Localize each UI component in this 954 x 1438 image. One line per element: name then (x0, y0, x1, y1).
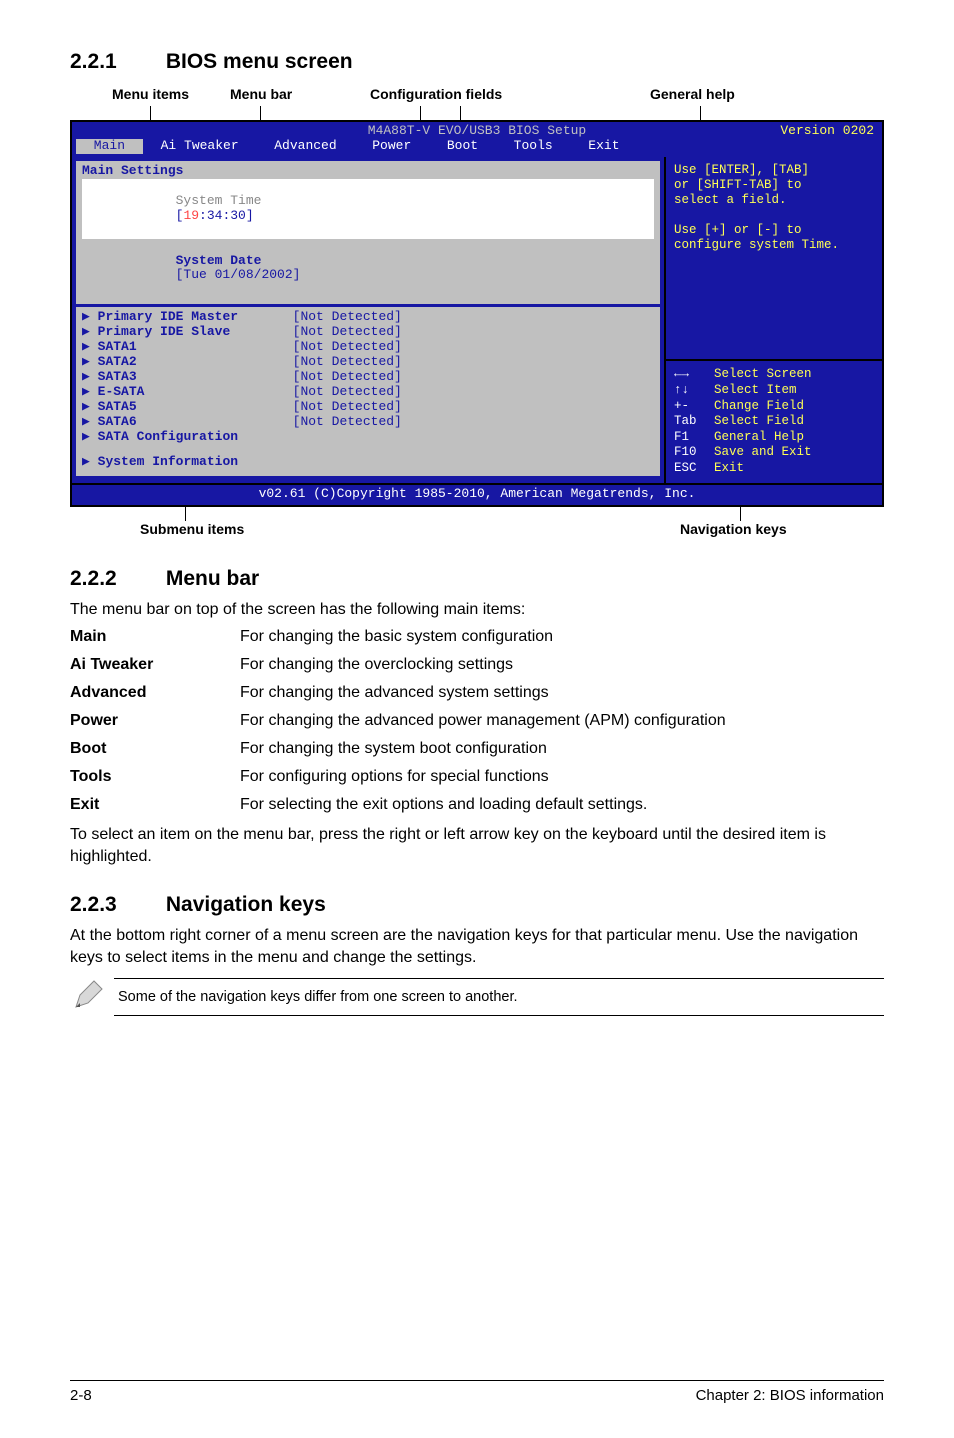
desc-key: Ai Tweaker (70, 656, 240, 674)
bios-items-panel: ▶ Primary IDE Master[Not Detected]▶ Prim… (76, 307, 660, 475)
callout-nav-keys: Navigation keys (680, 521, 787, 537)
menubar-intro: The menu bar on top of the screen has th… (70, 599, 884, 621)
bios-submenu-item[interactable]: ▶ Primary IDE Slave[Not Detected] (82, 325, 654, 340)
bios-copyright: v02.61 (C)Copyright 1985-2010, American … (72, 483, 882, 505)
bios-tab-tools[interactable]: Tools (496, 139, 571, 154)
callout-menu-bar: Menu bar (230, 86, 292, 102)
nav-key-row: ←→Select Screen (674, 367, 874, 383)
callout-row-top: Menu items Menu bar Configuration fields… (70, 86, 884, 106)
bios-tab-ai-tweaker[interactable]: Ai Tweaker (143, 139, 257, 154)
desc-value: For selecting the exit options and loadi… (240, 796, 884, 814)
nav-key-row: +-Change Field (674, 399, 874, 415)
bios-tab-boot[interactable]: Boot (429, 139, 496, 154)
nav-key-row: F10Save and Exit (674, 445, 874, 461)
callout-menu-items: Menu items (112, 86, 189, 102)
bios-help-panel: Use [ENTER], [TAB] or [SHIFT-TAB] to sel… (664, 157, 882, 483)
bios-titlebar: M4A88T-V EVO/USB3 BIOS Setup Version 020… (72, 122, 882, 139)
callout-general-help: General help (650, 86, 735, 102)
desc-value: For changing the advanced power manageme… (240, 712, 884, 730)
nav-key-row: ESCExit (674, 461, 874, 477)
bios-tab-advanced[interactable]: Advanced (256, 139, 354, 154)
desc-key: Advanced (70, 684, 240, 702)
desc-value: For changing the overclocking settings (240, 656, 884, 674)
section-title: Navigation keys (166, 893, 326, 916)
bios-submenu-sata-config[interactable]: ▶ SATA Configuration (82, 430, 654, 445)
nav-key-row: TabSelect Field (674, 414, 874, 430)
callout-config-fields: Configuration fields (370, 86, 502, 102)
section-number: 2.2.2 (70, 567, 160, 591)
menubar-desc-row: AdvancedFor changing the advanced system… (70, 684, 884, 702)
bios-title-text: M4A88T-V EVO/USB3 BIOS Setup (368, 123, 586, 138)
bios-submenu-item[interactable]: ▶ SATA3[Not Detected] (82, 370, 654, 385)
section-number: 2.2.1 (70, 50, 160, 74)
bios-tab-power[interactable]: Power (354, 139, 429, 154)
bios-nav-keys: ←→Select Screen↑↓Select Item+-Change Fie… (666, 359, 882, 482)
menubar-desc-row: PowerFor changing the advanced power man… (70, 712, 884, 730)
desc-key: Main (70, 628, 240, 646)
bios-submenu-item[interactable]: ▶ SATA2[Not Detected] (82, 355, 654, 370)
bios-diagram: Menu items Menu bar Configuration fields… (70, 86, 884, 541)
desc-key: Exit (70, 796, 240, 814)
bios-menu-bar[interactable]: Main Ai Tweaker Advanced Power Boot Tool… (72, 139, 882, 156)
section-heading: 2.2.3 Navigation keys (70, 893, 884, 917)
desc-key: Power (70, 712, 240, 730)
bios-submenu-item[interactable]: ▶ Primary IDE Master[Not Detected] (82, 310, 654, 325)
bios-window: M4A88T-V EVO/USB3 BIOS Setup Version 020… (70, 120, 884, 507)
section-title: BIOS menu screen (166, 50, 353, 73)
bios-row-system-time[interactable]: System Time [19:34:30] (82, 179, 654, 239)
bios-panel-heading: Main Settings (82, 164, 654, 179)
bios-left-panel: Main Settings System Time [19:34:30] Sys… (72, 157, 664, 483)
bios-submenu-item[interactable]: ▶ SATA1[Not Detected] (82, 340, 654, 355)
desc-key: Boot (70, 740, 240, 758)
navkeys-paragraph: At the bottom right corner of a menu scr… (70, 925, 884, 968)
bios-help-text: Use [ENTER], [TAB] or [SHIFT-TAB] to sel… (666, 157, 882, 259)
desc-key: Tools (70, 768, 240, 786)
desc-value: For configuring options for special func… (240, 768, 884, 786)
callout-row-bottom: Submenu items Navigation keys (70, 521, 884, 541)
callout-ticks-bottom (70, 507, 884, 521)
desc-value: For changing the advanced system setting… (240, 684, 884, 702)
menubar-desc-row: BootFor changing the system boot configu… (70, 740, 884, 758)
bios-tab-main[interactable]: Main (76, 139, 143, 154)
section-title: Menu bar (166, 567, 259, 590)
menubar-desc-row: ToolsFor configuring options for special… (70, 768, 884, 786)
bios-row-system-date[interactable]: System Date [Tue 01/08/2002] (82, 239, 654, 299)
menubar-desc-row: MainFor changing the basic system config… (70, 628, 884, 646)
nav-key-row: ↑↓Select Item (674, 383, 874, 399)
callout-ticks-top (70, 106, 884, 120)
desc-value: For changing the basic system configurat… (240, 628, 884, 646)
section-number: 2.2.3 (70, 893, 160, 917)
menubar-desc-row: ExitFor selecting the exit options and l… (70, 796, 884, 814)
callout-submenu-items: Submenu items (140, 521, 244, 537)
section-heading: 2.2.2 Menu bar (70, 567, 884, 591)
menubar-desc-table: MainFor changing the basic system config… (70, 628, 884, 814)
note-block: Some of the navigation keys differ from … (70, 977, 884, 1018)
menubar-desc-row: Ai TweakerFor changing the overclocking … (70, 656, 884, 674)
pencil-icon (70, 977, 114, 1018)
chapter-label: Chapter 2: BIOS information (696, 1387, 884, 1404)
bios-submenu-system-info[interactable]: ▶ System Information (82, 455, 654, 470)
bios-tab-exit[interactable]: Exit (570, 139, 637, 154)
page-number: 2-8 (70, 1387, 92, 1404)
bios-submenu-item[interactable]: ▶ SATA6[Not Detected] (82, 415, 654, 430)
menubar-note: To select an item on the menu bar, press… (70, 824, 884, 867)
bios-version: Version 0202 (780, 124, 874, 139)
nav-key-row: F1General Help (674, 430, 874, 446)
page-footer: 2-8 Chapter 2: BIOS information (70, 1380, 884, 1404)
desc-value: For changing the system boot configurati… (240, 740, 884, 758)
section-heading: 2.2.1 BIOS menu screen (70, 50, 884, 74)
note-text: Some of the navigation keys differ from … (114, 978, 884, 1016)
bios-submenu-item[interactable]: ▶ E-SATA[Not Detected] (82, 385, 654, 400)
bios-submenu-item[interactable]: ▶ SATA5[Not Detected] (82, 400, 654, 415)
bios-settings-panel: Main Settings System Time [19:34:30] Sys… (76, 161, 660, 304)
